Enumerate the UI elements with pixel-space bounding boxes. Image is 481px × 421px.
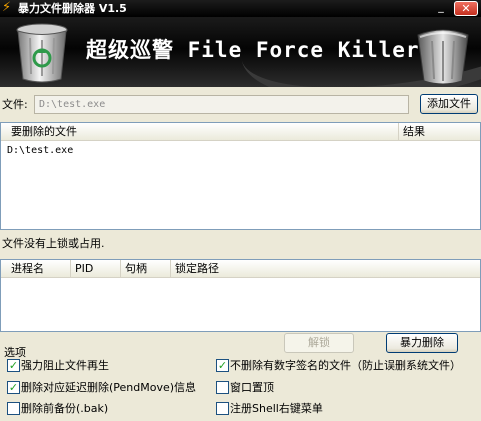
file-path-input[interactable]: D:\test.exe	[34, 95, 409, 114]
option-label[interactable]: 删除对应延迟删除(PendMove)信息	[21, 381, 196, 394]
window-title: 暴力文件删除器 V1.5	[18, 2, 127, 15]
checkmark-icon: ✓	[8, 381, 19, 394]
options-label: 选项	[4, 346, 26, 359]
option-label[interactable]: 删除前备份(.bak)	[21, 402, 108, 415]
option-checkbox[interactable]	[216, 402, 229, 415]
process-list[interactable]: 进程名 PID 句柄 锁定路径	[0, 259, 481, 332]
trash-can-icon	[417, 29, 469, 85]
file-list-header: 要删除的文件 结果	[1, 123, 480, 141]
lightning-icon: ⚡	[2, 0, 12, 15]
title-bar: ⚡ 暴力文件删除器 V1.5 _ ✕	[0, 0, 481, 17]
close-button[interactable]: ✕	[454, 1, 478, 16]
column-file[interactable]: 要删除的文件	[7, 123, 399, 141]
force-delete-button[interactable]: 暴力删除	[386, 333, 458, 353]
file-list[interactable]: 要删除的文件 结果 D:\test.exe	[0, 122, 481, 230]
recycle-bin-icon	[16, 23, 68, 83]
column-process-name[interactable]: 进程名	[7, 260, 71, 278]
option-checkbox[interactable]	[216, 381, 229, 394]
option-label[interactable]: 强力阻止文件再生	[21, 359, 109, 372]
add-file-button[interactable]: 添加文件	[420, 94, 478, 114]
column-handle[interactable]: 句柄	[121, 260, 171, 278]
unlock-button[interactable]: 解锁	[284, 333, 354, 353]
banner: 超级巡警 File Force Killer	[0, 17, 481, 87]
process-list-header: 进程名 PID 句柄 锁定路径	[1, 260, 480, 278]
option-checkbox[interactable]: ✓	[7, 381, 20, 394]
option-label[interactable]: 注册Shell右键菜单	[230, 402, 323, 415]
table-row[interactable]: D:\test.exe	[7, 145, 73, 157]
column-result[interactable]: 结果	[399, 123, 480, 141]
column-lock-path[interactable]: 锁定路径	[171, 260, 480, 278]
checkmark-icon: ✓	[217, 359, 228, 372]
option-label[interactable]: 不删除有数字签名的文件（防止误删系统文件）	[230, 359, 461, 372]
checkmark-icon: ✓	[8, 359, 19, 372]
minimize-button[interactable]: _	[432, 1, 450, 15]
option-checkbox[interactable]: ✓	[216, 359, 229, 372]
banner-title: 超级巡警 File Force Killer	[86, 38, 420, 62]
column-pid[interactable]: PID	[71, 260, 121, 278]
option-checkbox[interactable]	[7, 402, 20, 415]
option-label[interactable]: 窗口置顶	[230, 381, 274, 394]
option-checkbox[interactable]: ✓	[7, 359, 20, 372]
file-label: 文件:	[2, 98, 28, 111]
status-text: 文件没有上锁或占用.	[2, 237, 105, 250]
